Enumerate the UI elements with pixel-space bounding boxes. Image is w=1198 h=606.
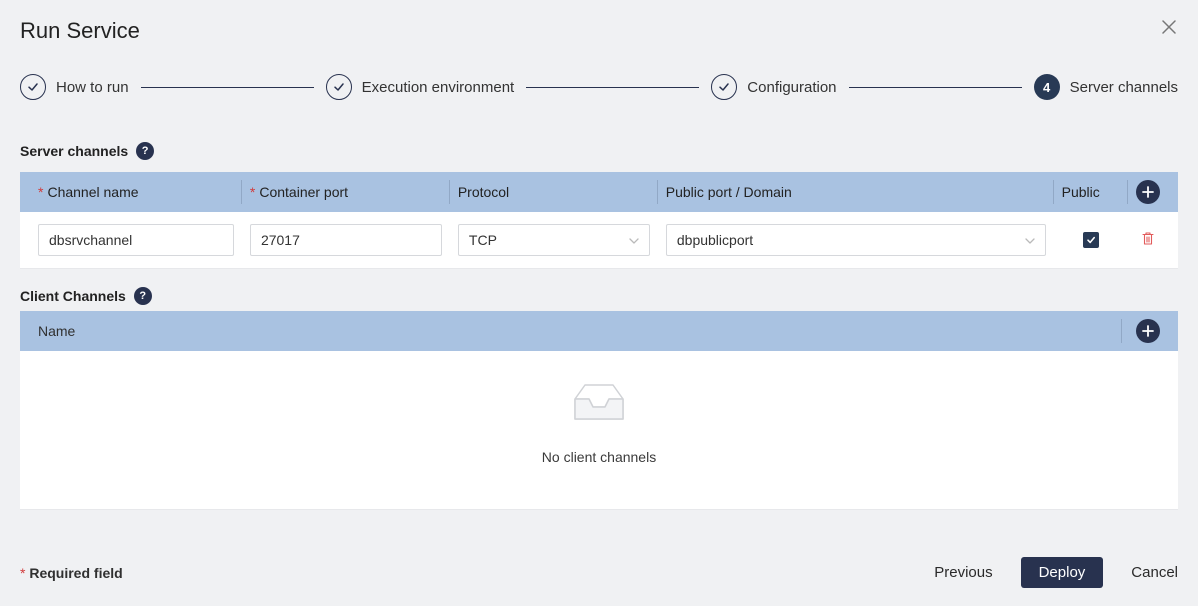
step-configuration[interactable]: Configuration xyxy=(711,74,836,100)
step-label: Configuration xyxy=(747,79,836,96)
channel-name-input[interactable] xyxy=(38,224,234,256)
client-channels-empty: No client channels xyxy=(20,351,1178,510)
chevron-down-icon xyxy=(1025,233,1035,247)
check-icon xyxy=(326,74,352,100)
required-field-note: * Required field xyxy=(20,565,123,581)
client-channels-title: Client Channels xyxy=(20,288,126,304)
domain-value: dbpublicport xyxy=(677,232,753,248)
table-header-row: *Channel name *Container port Protocol P… xyxy=(20,172,1178,212)
empty-text: No client channels xyxy=(542,449,656,465)
col-public: Public xyxy=(1054,180,1128,204)
server-channels-title: Server channels xyxy=(20,143,128,159)
step-number: 4 xyxy=(1034,74,1060,100)
deploy-button[interactable]: Deploy xyxy=(1021,557,1104,588)
col-channel-name: *Channel name xyxy=(30,180,242,204)
domain-select[interactable]: dbpublicport xyxy=(666,224,1046,256)
empty-box-icon xyxy=(571,381,627,423)
previous-button[interactable]: Previous xyxy=(934,564,992,581)
chevron-down-icon xyxy=(629,233,639,247)
add-client-channel-button[interactable] xyxy=(1136,319,1160,343)
stepper: How to run Execution environment Configu… xyxy=(20,74,1178,100)
step-label: How to run xyxy=(56,79,129,96)
protocol-value: TCP xyxy=(469,232,497,248)
client-header-name: Name xyxy=(38,323,75,339)
cancel-button[interactable]: Cancel xyxy=(1131,564,1178,581)
page-title: Run Service xyxy=(20,18,140,44)
help-icon[interactable]: ? xyxy=(134,287,152,305)
public-checkbox[interactable] xyxy=(1083,232,1099,248)
help-icon[interactable]: ? xyxy=(136,142,154,160)
step-server-channels[interactable]: 4 Server channels xyxy=(1034,74,1178,100)
check-icon xyxy=(711,74,737,100)
container-port-input[interactable] xyxy=(250,224,442,256)
col-container-port: *Container port xyxy=(242,180,450,204)
col-public-port-domain: Public port / Domain xyxy=(658,180,1054,204)
close-icon[interactable] xyxy=(1160,18,1178,41)
step-how-to-run[interactable]: How to run xyxy=(20,74,129,100)
server-channel-row: TCP dbpublicport xyxy=(20,212,1178,269)
step-label: Server channels xyxy=(1070,79,1178,96)
check-icon xyxy=(20,74,46,100)
col-protocol: Protocol xyxy=(450,180,658,204)
protocol-select[interactable]: TCP xyxy=(458,224,650,256)
server-channels-table: *Channel name *Container port Protocol P… xyxy=(20,172,1178,269)
delete-row-icon[interactable] xyxy=(1141,231,1155,249)
step-label: Execution environment xyxy=(362,79,515,96)
client-channels-header: Name xyxy=(20,311,1178,351)
step-execution-env[interactable]: Execution environment xyxy=(326,74,515,100)
add-server-channel-button[interactable] xyxy=(1136,180,1160,204)
